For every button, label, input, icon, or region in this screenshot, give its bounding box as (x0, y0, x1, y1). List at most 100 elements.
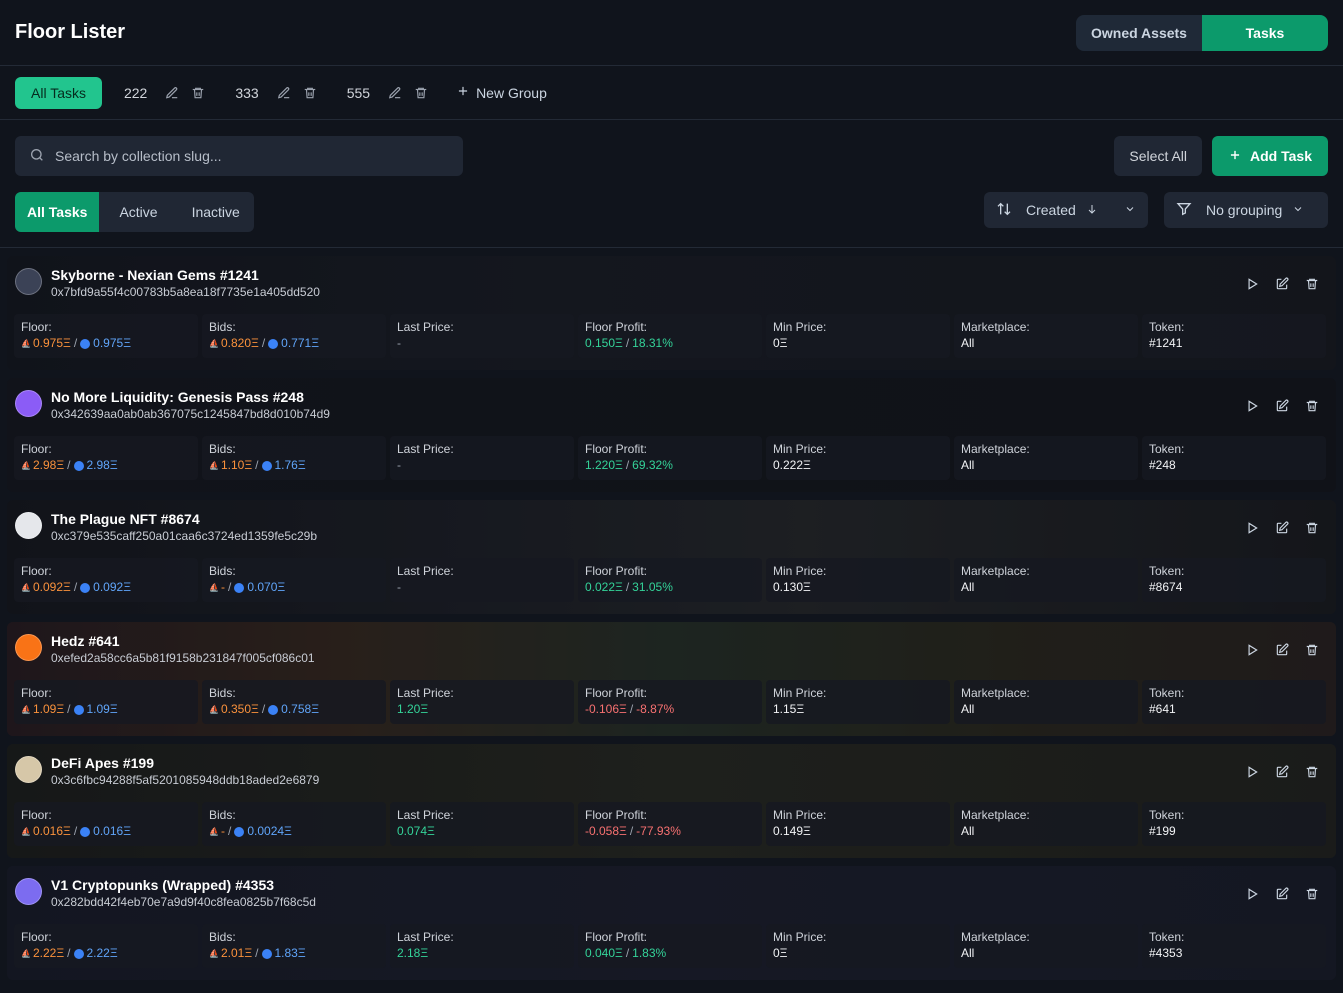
chevron-down-icon (1124, 202, 1136, 218)
stat-value: All (961, 335, 1131, 352)
stat-min-price: Min Price: 0.149Ξ (766, 802, 950, 846)
trash-icon[interactable] (1300, 272, 1324, 296)
collection-avatar (15, 756, 42, 783)
filter-active[interactable]: Active (99, 192, 177, 232)
play-icon[interactable] (1240, 516, 1264, 540)
trash-icon[interactable] (1300, 516, 1324, 540)
filter-inactive[interactable]: Inactive (178, 192, 254, 232)
separator: / (261, 336, 266, 350)
pencil-icon[interactable] (271, 80, 297, 106)
group-name[interactable]: 222 (112, 85, 159, 101)
separator: / (73, 580, 78, 594)
opensea-icon: ⛵ (21, 827, 31, 836)
floor-opensea: 1.09Ξ (33, 702, 65, 716)
chevron-down-icon (1292, 202, 1304, 218)
sort-dropdown[interactable]: Created (984, 192, 1148, 228)
task-title: The Plague NFT #8674 (51, 511, 200, 527)
task-title: No More Liquidity: Genesis Pass #248 (51, 389, 304, 405)
trash-icon[interactable] (185, 80, 211, 106)
add-task-label: Add Task (1250, 148, 1312, 164)
group-all-tasks[interactable]: All Tasks (15, 76, 102, 109)
stat-label: Floor Profit: (585, 564, 648, 578)
trash-icon[interactable] (1300, 394, 1324, 418)
stat-value: #4353 (1149, 945, 1319, 962)
edit-icon[interactable] (1270, 760, 1294, 784)
floor-blur: 2.22Ξ (86, 946, 118, 960)
edit-icon[interactable] (1270, 516, 1294, 540)
pencil-icon[interactable] (382, 80, 408, 106)
card-titles: Hedz #641 0xefed2a58cc6a5b81f9158b231847… (51, 632, 1240, 666)
edit-icon[interactable] (1270, 638, 1294, 662)
play-icon[interactable] (1240, 882, 1264, 906)
floor-blur: 2.98Ξ (86, 458, 118, 472)
trash-icon[interactable] (1300, 638, 1324, 662)
card-header: DeFi Apes #199 0x3c6fbc94288f5af52010859… (7, 744, 1336, 802)
opensea-icon: ⛵ (209, 583, 219, 592)
play-icon[interactable] (1240, 394, 1264, 418)
bid-opensea: 2.01Ξ (221, 946, 253, 960)
collection-avatar (15, 878, 42, 905)
play-icon[interactable] (1240, 760, 1264, 784)
task-title: Skyborne - Nexian Gems #1241 (51, 267, 259, 283)
stat-min-price: Min Price: 1.15Ξ (766, 680, 950, 724)
edit-icon[interactable] (1270, 272, 1294, 296)
trash-icon[interactable] (1300, 760, 1324, 784)
edit-icon[interactable] (1270, 394, 1294, 418)
stat-token: Token: #1241 (1142, 314, 1326, 358)
contract-address: 0x7bfd9a55f4c00783b5a8ea18f7735e1a405dd5… (51, 285, 320, 299)
tasks-tab[interactable]: Tasks (1202, 14, 1328, 51)
trash-icon[interactable] (297, 80, 323, 106)
search-input[interactable] (55, 148, 449, 164)
stat-label: Floor Profit: (585, 808, 648, 822)
group-name[interactable]: 333 (223, 85, 270, 101)
stat-value: All (961, 457, 1131, 474)
stat-token: Token: #4353 (1142, 924, 1326, 968)
trash-icon[interactable] (408, 80, 434, 106)
contract-address: 0xefed2a58cc6a5b81f9158b231847f005cf086c… (51, 651, 315, 665)
task-stats: Floor: ⛵ 0.016Ξ / 0.016Ξ Bids: ⛵ - / 0.0… (7, 802, 1336, 846)
task-card: Skyborne - Nexian Gems #1241 0x7bfd9a55f… (7, 256, 1336, 370)
separator: / (625, 946, 630, 960)
stat-label: Last Price: (397, 442, 454, 456)
stat-label: Floor Profit: (585, 320, 648, 334)
stat-value: #641 (1149, 701, 1319, 718)
stat-label: Bids: (209, 320, 236, 334)
stat-floor-profit: Floor Profit: 0.150Ξ / 18.31% (578, 314, 762, 358)
floor-opensea: 0.975Ξ (33, 336, 71, 350)
profit-eth: 0.022Ξ (585, 580, 623, 594)
card-header: Hedz #641 0xefed2a58cc6a5b81f9158b231847… (7, 622, 1336, 680)
profit-percent: 18.31% (632, 336, 673, 350)
stat-label: Token: (1149, 930, 1185, 944)
stat-token: Token: #641 (1142, 680, 1326, 724)
group-name[interactable]: 555 (335, 85, 382, 101)
owned-assets-tab[interactable]: Owned Assets (1076, 14, 1202, 51)
play-icon[interactable] (1240, 272, 1264, 296)
pencil-icon[interactable] (159, 80, 185, 106)
edit-icon[interactable] (1270, 882, 1294, 906)
grouping-dropdown[interactable]: No grouping (1164, 192, 1328, 228)
profit-eth: -0.106Ξ (585, 702, 627, 716)
stat-floor-profit: Floor Profit: 1.220Ξ / 69.32% (578, 436, 762, 480)
opensea-icon: ⛵ (21, 949, 31, 958)
filter-all-tasks[interactable]: All Tasks (15, 192, 100, 232)
task-card: Hedz #641 0xefed2a58cc6a5b81f9158b231847… (7, 622, 1336, 736)
stat-value: ⛵ 0.016Ξ / 0.016Ξ (21, 823, 191, 840)
stat-value: 0.149Ξ (773, 823, 943, 840)
profit-eth: 0.150Ξ (585, 336, 623, 350)
card-titles: V1 Cryptopunks (Wrapped) #4353 0x282bdd4… (51, 876, 1240, 910)
task-list: Skyborne - Nexian Gems #1241 0x7bfd9a55f… (0, 248, 1343, 980)
add-task-button[interactable]: Add Task (1212, 136, 1328, 176)
select-all-button[interactable]: Select All (1114, 136, 1203, 176)
stat-label: Bids: (209, 564, 236, 578)
stat-label: Min Price: (773, 442, 827, 456)
trash-icon[interactable] (1300, 882, 1324, 906)
stat-floor: Floor: ⛵ 0.016Ξ / 0.016Ξ (14, 802, 198, 846)
blur-icon (234, 582, 245, 593)
stat-value: 0.150Ξ / 18.31% (585, 335, 755, 352)
blur-icon (268, 338, 279, 349)
stat-value: ⛵ 0.820Ξ / 0.771Ξ (209, 335, 379, 352)
new-group-button[interactable]: New Group (446, 84, 547, 101)
play-icon[interactable] (1240, 638, 1264, 662)
search-box (15, 136, 463, 176)
stat-marketplace: Marketplace: All (954, 924, 1138, 968)
